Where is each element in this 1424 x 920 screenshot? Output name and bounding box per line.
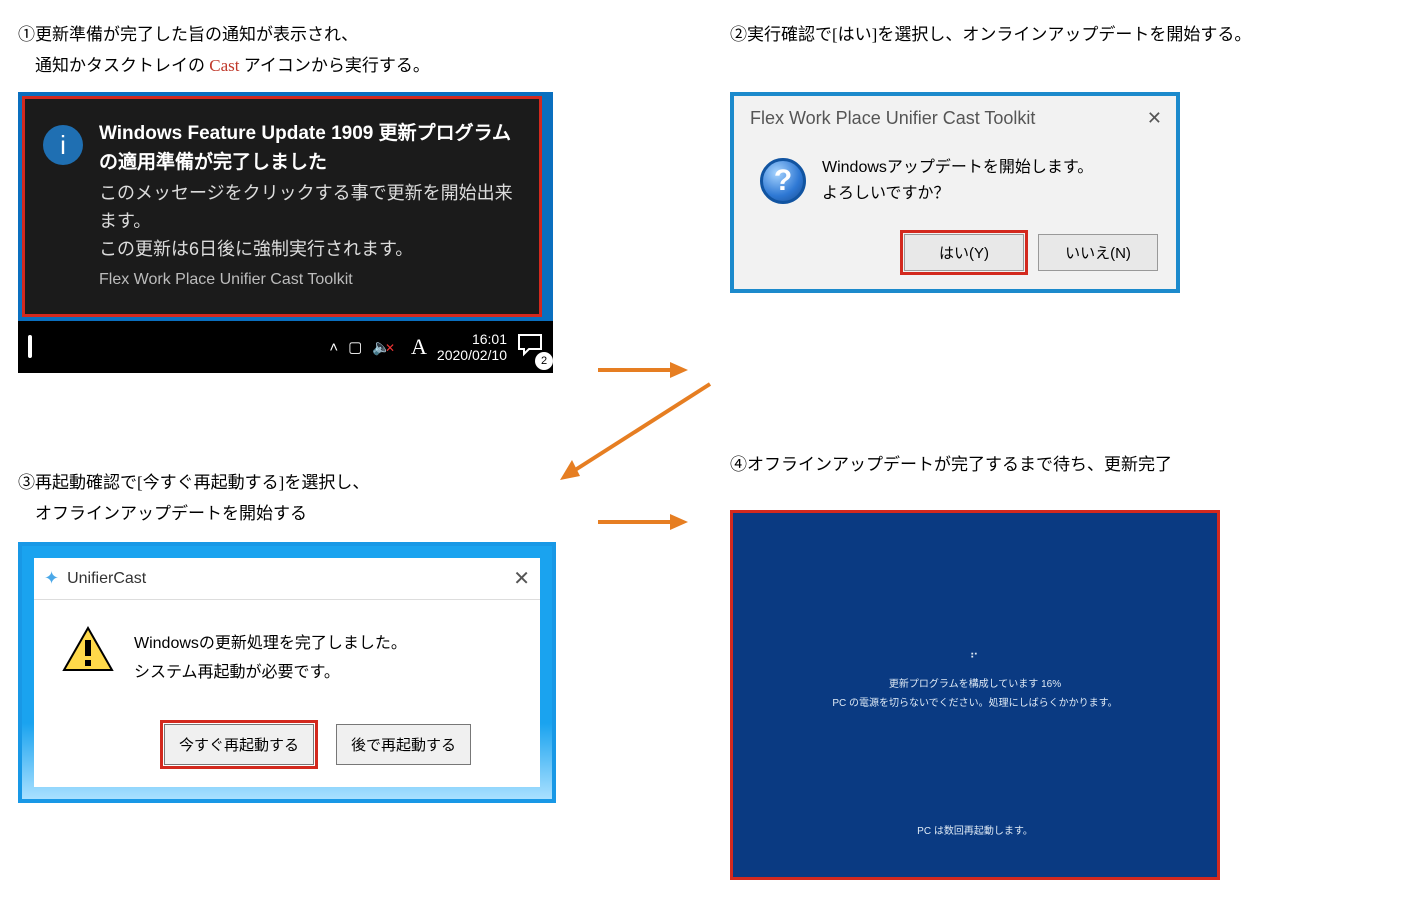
desktop-edge: i Windows Feature Update 1909 更新プログラムの適用… (18, 92, 553, 321)
step1-caption: ①更新準備が完了した旨の通知が表示され、 通知かタスクトレイの Cast アイコ… (18, 20, 430, 81)
step3-caption: ③再起動確認で[今すぐ再起動する]を選択し、 オフラインアップデートを開始する (18, 468, 369, 529)
network-icon[interactable]: ▢ (348, 338, 362, 356)
step2-caption-text: ②実行確認で[はい]を選択し、オンラインアップデートを開始する。 (730, 25, 1251, 44)
action-center-icon[interactable]: 2 (517, 333, 543, 362)
restart-dialog-line2: システム再起動が必要です。 (134, 659, 407, 688)
restart-dialog-line1: Windowsの更新処理を完了しました。 (134, 630, 407, 659)
close-icon[interactable]: ✕ (1147, 108, 1162, 129)
restart-later-button[interactable]: 後で再起動する (336, 724, 471, 765)
step1-caption-line2a: 通知かタスクトレイの (35, 56, 209, 75)
arrow-step2-to-step3 (550, 376, 720, 486)
step3-caption-line1: ③再起動確認で[今すぐ再起動する]を選択し、 (18, 473, 369, 492)
ime-indicator[interactable]: A (411, 334, 427, 360)
restart-dialog-title: UnifierCast (67, 570, 146, 588)
step4-caption: ④オフラインアップデートが完了するまで待ち、更新完了 (730, 450, 1172, 481)
windows-taskbar: ˄ ▢ 🔈✕ A 16:01 2020/02/10 2 (18, 321, 553, 373)
windows-update-screen: ⠋ 更新プログラムを構成しています 16% PC の電源を切らないでください。処… (730, 510, 1220, 880)
dialog-title: Flex Work Place Unifier Cast Toolkit (750, 108, 1035, 129)
step1-caption-line1: ①更新準備が完了した旨の通知が表示され、 (18, 25, 358, 44)
arrow-step3-to-step4 (598, 512, 688, 532)
step1-caption-line2b: アイコンから実行する。 (239, 56, 429, 75)
step3-caption-line2: オフラインアップデートを開始する (18, 499, 307, 530)
toast-title: Windows Feature Update 1909 更新プログラムの適用準備… (99, 119, 513, 178)
taskbar-clock[interactable]: 16:01 2020/02/10 (437, 331, 507, 363)
dialog-text-line1: Windowsアップデートを開始します。 (822, 155, 1093, 181)
clock-time: 16:01 (437, 331, 507, 347)
toast-app-name: Flex Work Place Unifier Cast Toolkit (99, 268, 513, 293)
windows-toast-notification[interactable]: i Windows Feature Update 1909 更新プログラムの適用… (22, 96, 542, 317)
step2-caption: ②実行確認で[はい]を選択し、オンラインアップデートを開始する。 (730, 20, 1251, 51)
info-icon: i (43, 125, 83, 165)
restart-now-button[interactable]: 今すぐ再起動する (164, 724, 314, 765)
restart-dialog-frame: ✦ UnifierCast ✕ Windowsの更新処理を完了しました。 システ… (18, 542, 556, 803)
volume-muted-icon[interactable]: 🔈✕ (372, 338, 401, 356)
tray-chevron-up-icon[interactable]: ˄ (329, 339, 338, 356)
spinner-icon: ⠋ (733, 651, 1217, 665)
update-progress-line2: PC の電源を切らないでください。処理にしばらくかかります。 (733, 694, 1217, 709)
no-button[interactable]: いいえ(N) (1038, 234, 1158, 271)
dialog-text-line2: よろしいですか？ (822, 181, 1093, 207)
toast-body: このメッセージをクリックする事で更新を開始出来ます。 この更新は6日後に強制実行… (99, 180, 513, 264)
update-progress-line1: 更新プログラムを構成しています 16% (733, 675, 1217, 690)
confirm-dialog: Flex Work Place Unifier Cast Toolkit ✕ ?… (730, 92, 1180, 293)
clock-date: 2020/02/10 (437, 347, 507, 363)
step1-caption-cast: Cast (209, 56, 239, 75)
restart-dialog: ✦ UnifierCast ✕ Windowsの更新処理を完了しました。 システ… (34, 558, 540, 787)
step4-caption-text: ④オフラインアップデートが完了するまで待ち、更新完了 (730, 455, 1172, 474)
close-icon[interactable]: ✕ (513, 566, 530, 591)
app-star-icon: ✦ (44, 568, 59, 589)
question-icon: ? (760, 158, 806, 204)
mail-icon[interactable] (28, 337, 32, 357)
update-progress-bottom: PC は数回再起動します。 (733, 822, 1217, 837)
notification-count-badge: 2 (535, 352, 553, 370)
yes-button[interactable]: はい(Y) (904, 234, 1024, 271)
warning-icon (62, 626, 114, 672)
